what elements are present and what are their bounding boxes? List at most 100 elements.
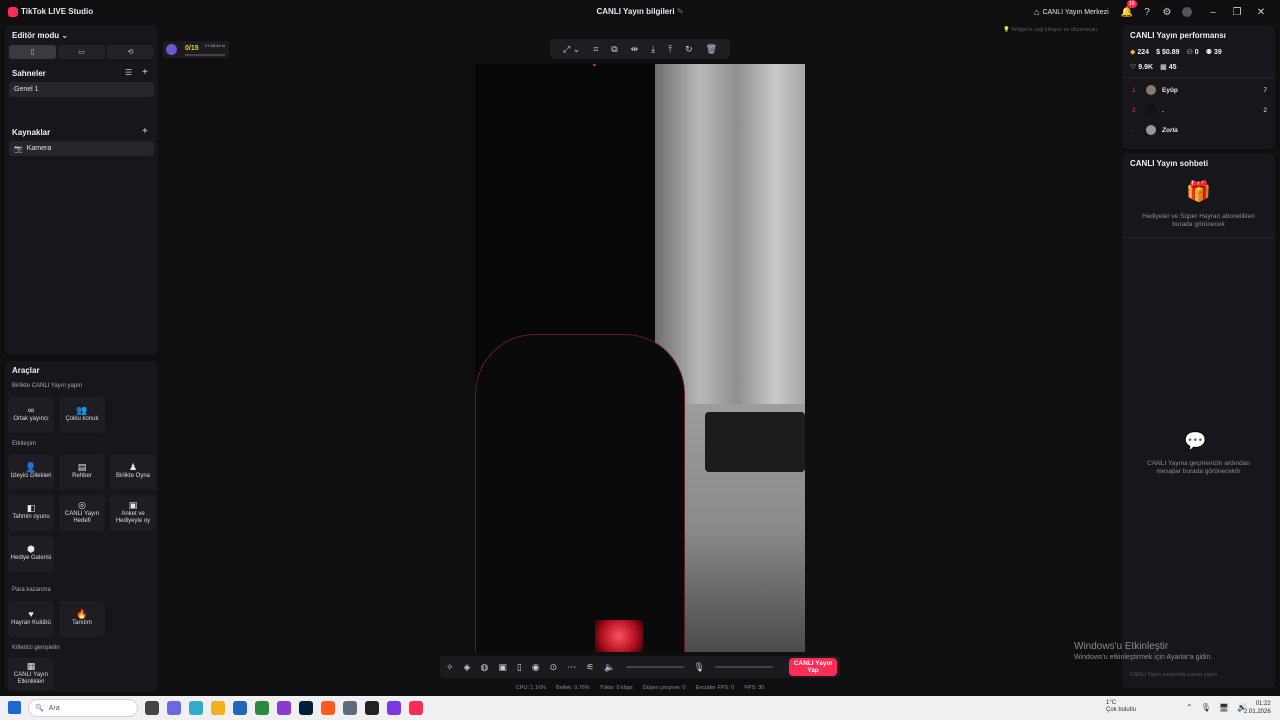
- mic-tray-icon[interactable]: 🎙: [1201, 703, 1211, 712]
- settings-sliders-icon[interactable]: ⚟: [586, 662, 594, 673]
- dice-icon: ◧: [26, 503, 36, 513]
- chevron-up-icon[interactable]: ⌃: [1186, 703, 1193, 712]
- editor-mode-dropdown[interactable]: Editör modu ⌄: [12, 31, 68, 40]
- media-icon[interactable]: ▣: [498, 662, 507, 673]
- rotate-icon[interactable]: ↻: [685, 44, 693, 55]
- task-view-icon[interactable]: [145, 701, 159, 715]
- viewer-counter-widget[interactable]: 0/15 07:46:43 m: [163, 41, 229, 58]
- windows-start-icon[interactable]: [8, 701, 21, 714]
- gamepad-icon: ♟: [128, 462, 138, 472]
- add-scene-icon[interactable]: +: [142, 67, 148, 78]
- tool-poll[interactable]: ▣ Anket ve Hediyeyle oy: [110, 495, 156, 531]
- delete-icon[interactable]: 🗑: [706, 44, 717, 55]
- sticker-icon[interactable]: ◍: [480, 662, 488, 673]
- search-icon: 🔍: [35, 705, 44, 712]
- ranking-row[interactable]: 1 Eyüp 7: [1132, 84, 1267, 96]
- tool-viewer-requests[interactable]: 👤 İzleyici Dilekleri: [8, 454, 54, 490]
- store-icon[interactable]: [233, 701, 247, 715]
- monitor-icon[interactable]: 🖥: [1219, 703, 1229, 712]
- scene-item[interactable]: Genel 1: [9, 82, 154, 97]
- landscape-mode-button[interactable]: ▭: [58, 45, 105, 59]
- avatar: [1146, 85, 1156, 95]
- tool-promote[interactable]: 🔥 Tanıtım: [59, 601, 105, 637]
- avatar[interactable]: [1180, 5, 1194, 19]
- tool-live-events[interactable]: ▦ CANLI Yayın Etkinlikleri: [8, 658, 54, 690]
- replay-icon[interactable]: ⊙: [550, 662, 558, 673]
- speaker-icon[interactable]: 🔈: [604, 662, 615, 673]
- obs-icon[interactable]: [387, 701, 401, 715]
- heart-outline-icon: ♡: [1130, 64, 1137, 71]
- move-up-icon[interactable]: ⤒: [668, 44, 672, 55]
- gifters-stat: ▦ 45: [1160, 63, 1177, 72]
- tool-play-together[interactable]: ♟ Birlikte Oyna: [110, 454, 156, 490]
- ranking-row[interactable]: - Zorla: [1132, 124, 1267, 136]
- activation-title: Windows'u Etkinleştir: [1074, 641, 1169, 652]
- flip-icon[interactable]: ⇹: [631, 44, 639, 55]
- link-icon: ∞: [27, 405, 35, 415]
- performance-panel: CANLI Yayın performansı ◆ 224 $ $0.89 ⚇ 0 ⚉…: [1122, 25, 1275, 149]
- mic-volume-slider[interactable]: [714, 666, 773, 668]
- gift-icon: 🎁: [1186, 181, 1211, 203]
- rotate-mode-button[interactable]: ⟲: [107, 45, 154, 59]
- system-tray: ⌃ 🎙 🖥 🔊: [1186, 703, 1247, 712]
- avatar: [1146, 125, 1156, 135]
- tiktok-live-icon[interactable]: [409, 701, 423, 715]
- more-icon[interactable]: ⋯: [567, 662, 576, 673]
- capcut-icon[interactable]: [343, 701, 357, 715]
- list-icon[interactable]: ☰: [125, 68, 132, 77]
- minimize-icon[interactable]: –: [1206, 5, 1220, 19]
- tool-multiguest[interactable]: 👥 Çoklu konuk: [59, 397, 105, 433]
- tool-prediction[interactable]: ◧ Tahmin oyunu: [8, 495, 54, 531]
- chrome-icon[interactable]: [255, 701, 269, 715]
- group-monetize: Para kazanma: [12, 587, 51, 593]
- ranking-row[interactable]: 2 .2: [1132, 104, 1267, 116]
- portrait-mode-button[interactable]: ▯: [9, 45, 56, 59]
- activation-subtitle: Windows'u etkinleştirmek için Ayarlar'a …: [1074, 654, 1213, 661]
- gift-placeholder: Hediyeler ve Süper Hayran abonelikleri b…: [1142, 213, 1255, 228]
- bell-icon[interactable]: 🔔 16: [1120, 0, 1137, 19]
- gear-icon[interactable]: ⚙: [1160, 5, 1174, 19]
- teams-icon[interactable]: [167, 701, 181, 715]
- likes-stat: ♡ 9.9K: [1130, 63, 1154, 72]
- magic-icon[interactable]: ✧: [446, 662, 454, 673]
- orientation-switch: ▯ ▭ ⟲: [9, 45, 154, 59]
- tool-gift-gallery[interactable]: ⬢ Hediye Galerisi: [8, 536, 54, 572]
- clock[interactable]: 01:22 2.01.2026: [1244, 700, 1271, 716]
- live-center-button[interactable]: ⌂ CANLI Yayın Merkezi: [1034, 5, 1109, 19]
- crop-icon[interactable]: ⌗: [593, 44, 598, 55]
- viewers-stat: ⚇ 0: [1186, 48, 1199, 57]
- move-down-icon[interactable]: ⤓: [651, 44, 655, 55]
- go-live-button[interactable]: CANLI Yayın Yap: [789, 658, 837, 676]
- notification-badge: 16: [1127, 0, 1137, 8]
- tool-guide[interactable]: ▤ Rehber: [59, 454, 105, 490]
- chat-input[interactable]: CANLI Yayın sırasında yorum yapın: [1126, 668, 1271, 682]
- tool-cohost[interactable]: ∞ Ortak yayıncı: [8, 397, 54, 433]
- tools-panel: Araçlar Birlikte CANLI Yayın yapın ∞ Orta…: [5, 361, 158, 692]
- app-icon[interactable]: [365, 701, 379, 715]
- copy-icon[interactable]: ⧉: [611, 44, 617, 55]
- restore-icon[interactable]: ❐: [1230, 5, 1244, 19]
- tool-fan-club[interactable]: ♥ Hayran Kulübü: [8, 601, 54, 637]
- title-bar: TikTok LIVE Studio CANLI Yayın bilgileri…: [0, 0, 1280, 24]
- people-icon: ⚇: [1186, 49, 1193, 56]
- copilot-icon[interactable]: [189, 701, 203, 715]
- close-icon[interactable]: ✕: [1254, 5, 1268, 19]
- add-source-icon[interactable]: +: [142, 126, 148, 137]
- record-icon[interactable]: ◉: [532, 662, 540, 673]
- speaker-volume-slider[interactable]: [625, 666, 684, 668]
- effects-icon[interactable]: ◈: [464, 662, 471, 673]
- help-icon[interactable]: ?: [1140, 5, 1154, 19]
- fit-icon[interactable]: ⤢ ⌄: [563, 44, 580, 55]
- file-explorer-icon[interactable]: [211, 701, 225, 715]
- phone-icon[interactable]: ▯: [517, 662, 522, 673]
- source-item[interactable]: 📷 Kamera: [9, 141, 154, 156]
- mic-icon[interactable]: 🎙: [694, 662, 705, 673]
- tool-live-goal[interactable]: ◎ CANLI Yayın Hedefi: [59, 495, 105, 531]
- app-icon[interactable]: [277, 701, 291, 715]
- weather-widget[interactable]: 1°C Çok bulutlu: [1106, 700, 1136, 714]
- photoshop-icon[interactable]: [299, 701, 313, 715]
- camera-preview[interactable]: [475, 64, 805, 652]
- brave-icon[interactable]: [321, 701, 335, 715]
- heart-icon: ♥: [28, 609, 34, 619]
- taskbar-search[interactable]: 🔍 Ara: [28, 699, 138, 717]
